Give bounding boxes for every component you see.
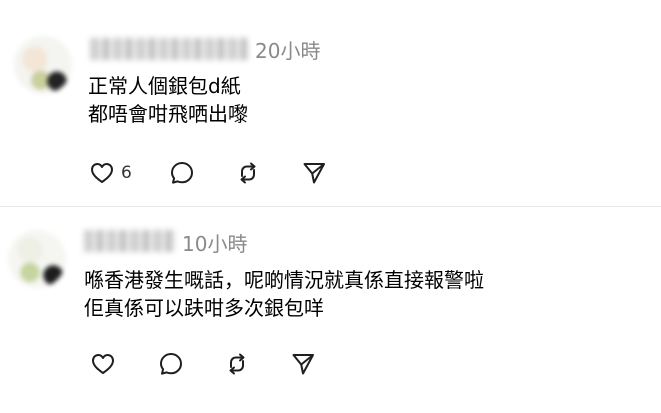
timestamp: 10小時: [182, 232, 248, 256]
heart-icon: [92, 354, 114, 374]
comment-item: 10小時 喺香港發生嘅話，呢啲情況就真係直接報警啦 佢真係可以趺咁多次銀包咩: [0, 207, 661, 413]
action-bar: [89, 350, 317, 378]
like-count: 6: [121, 163, 132, 183]
comment-text: 喺香港發生嘅話，呢啲情況就真係直接報警啦 佢真係可以趺咁多次銀包咩: [84, 266, 484, 322]
timestamp: 20小時: [255, 39, 321, 63]
repost-arrows-icon: [240, 162, 256, 184]
repost-button[interactable]: [234, 159, 300, 187]
speech-bubble-icon: [160, 353, 182, 375]
username-blurred[interactable]: [84, 230, 176, 252]
username-blurred[interactable]: [90, 38, 248, 60]
comment-line: 正常人個銀包d紙: [88, 74, 241, 98]
share-button[interactable]: [300, 159, 328, 187]
heart-icon: [91, 163, 113, 183]
send-icon: [292, 354, 314, 375]
speech-bubble-icon: [171, 162, 193, 184]
avatar[interactable]: [14, 36, 72, 94]
action-bar: 6: [88, 159, 328, 187]
reply-button[interactable]: [157, 350, 223, 378]
comment-line: 喺香港發生嘅話，呢啲情況就真係直接報警啦: [84, 268, 484, 292]
reply-button[interactable]: [168, 159, 234, 187]
repost-button[interactable]: [223, 350, 289, 378]
send-icon: [303, 163, 325, 184]
like-button[interactable]: [89, 350, 157, 378]
avatar[interactable]: [8, 230, 66, 288]
share-button[interactable]: [289, 350, 317, 378]
comment-line: 佢真係可以趺咁多次銀包咩: [84, 296, 324, 320]
like-button[interactable]: 6: [88, 159, 168, 187]
comment-line: 都唔會咁飛哂出嚟: [88, 102, 248, 126]
comment-text: 正常人個銀包d紙 都唔會咁飛哂出嚟: [88, 72, 248, 128]
repost-arrows-icon: [229, 353, 245, 375]
comment-item: 20小時 正常人個銀包d紙 都唔會咁飛哂出嚟 6: [0, 0, 661, 207]
